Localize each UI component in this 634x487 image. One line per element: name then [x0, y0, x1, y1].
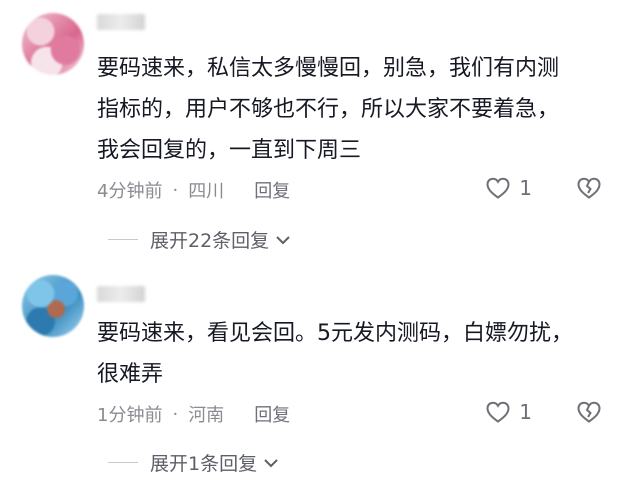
dislike-button[interactable] [576, 400, 602, 424]
comment-text: 要码速来，看见会回。5元发内测码，白嫖勿扰， 很难弄 [97, 313, 607, 395]
broken-heart-icon [576, 400, 602, 424]
divider-line [108, 462, 138, 463]
comment-item: 要码速来，看见会回。5元发内测码，白嫖勿扰， 很难弄 1分钟前 · 河南 回复 … [0, 0, 634, 487]
avatar[interactable] [22, 275, 84, 337]
comment-actions: 1 [485, 400, 602, 424]
username[interactable] [97, 286, 145, 302]
comment-time: 1分钟前 [97, 405, 163, 426]
meta-separator: · [172, 403, 179, 425]
like-count: 1 [519, 400, 532, 424]
comment-text-line: 要码速来，看见会回。5元发内测码，白嫖勿扰， [97, 321, 573, 346]
chevron-down-icon [263, 457, 279, 469]
comment-location: 河南 [188, 405, 225, 426]
expand-replies-label: 展开1条回复 [150, 453, 258, 475]
heart-outline-icon [485, 400, 511, 424]
like-button[interactable]: 1 [485, 400, 532, 424]
comment-meta: 1分钟前 · 河南 回复 [97, 401, 290, 427]
reply-button[interactable]: 回复 [254, 401, 290, 427]
expand-replies-button[interactable]: 展开1条回复 [108, 449, 279, 476]
comment-text-line: 很难弄 [97, 362, 164, 387]
